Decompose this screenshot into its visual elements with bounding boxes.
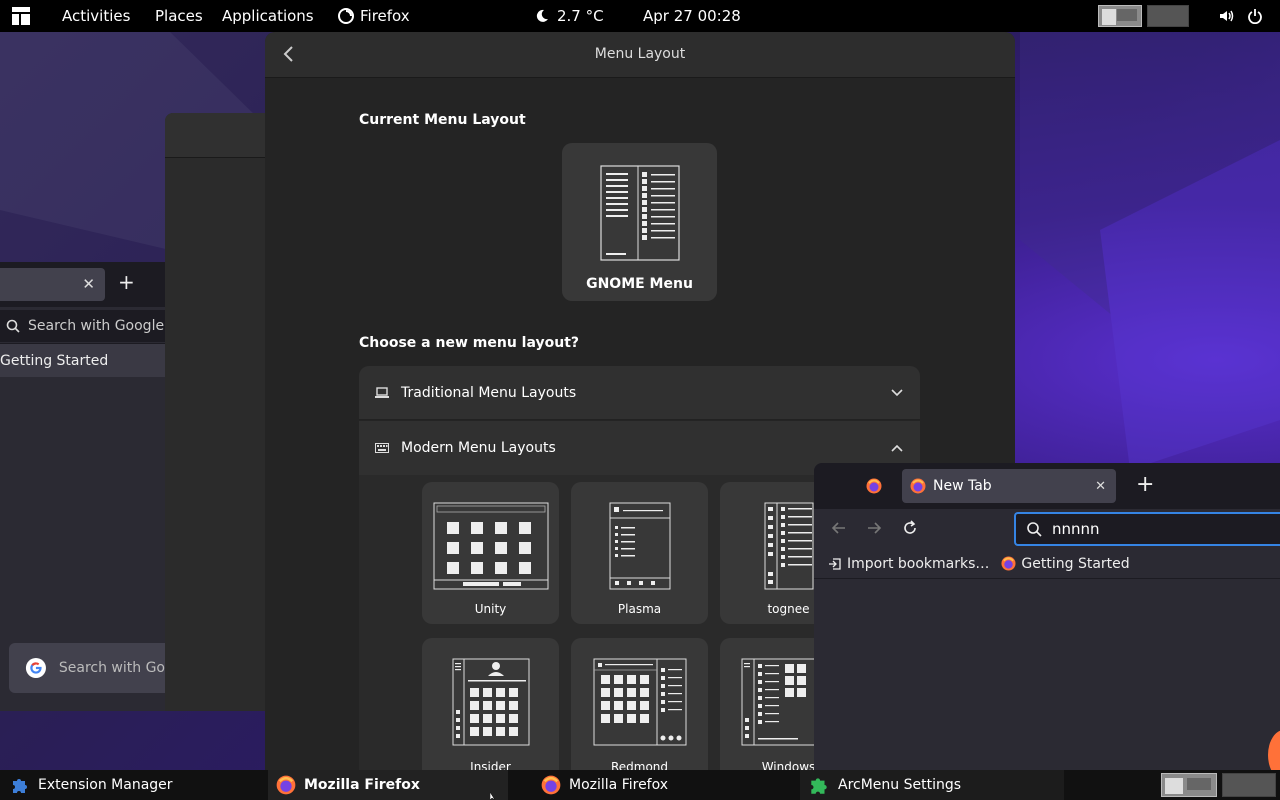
puzzle-icon [811, 778, 827, 794]
places-menu[interactable]: Places [155, 0, 203, 32]
plasma-thumbnail [609, 502, 670, 590]
import-icon [829, 557, 841, 570]
moon-icon [536, 9, 548, 22]
layout-label-tognee: tognee [767, 602, 810, 616]
reload-icon[interactable] [902, 520, 918, 540]
taskbar-firefox-1[interactable]: Mozilla Firefox [268, 770, 508, 800]
power-icon[interactable] [1247, 0, 1263, 32]
active-app-menu[interactable]: Firefox [338, 0, 410, 32]
left-browser-tab[interactable]: ✕ [0, 268, 105, 301]
left-browser-window: ✕ + Search with Google Getting Started S… [0, 262, 165, 711]
bookmarks-toolbar: Import bookmarks… Getting Started [814, 549, 1280, 579]
current-layout-heading: Current Menu Layout [359, 112, 526, 128]
firefox-window: New Tab ✕ + nnnnn Import bookmarks… Gett… [814, 463, 1280, 770]
firefox-content-area [814, 580, 1280, 770]
gnome-menu-thumbnail [599, 165, 680, 261]
arcmenu-icon[interactable] [10, 0, 32, 32]
firefox-icon [338, 8, 354, 24]
left-url-placeholder: Search with Google [28, 318, 165, 334]
close-tab-icon[interactable]: ✕ [1095, 479, 1106, 494]
traditional-layouts-label: Traditional Menu Layouts [401, 384, 577, 401]
window-title: Menu Layout [594, 46, 686, 62]
layout-label-plasma: Plasma [617, 602, 662, 616]
back-arrow-icon[interactable] [831, 520, 847, 540]
getting-started-label: Getting Started [1021, 555, 1130, 572]
insider-thumbnail [452, 658, 529, 746]
firefox-icon [276, 775, 296, 795]
google-search-box[interactable]: Search with Go [9, 643, 165, 693]
layout-label-unity: Unity [474, 602, 507, 616]
taskbar-workspace-2[interactable] [1222, 770, 1276, 800]
left-url-bar[interactable]: Search with Google [0, 310, 165, 342]
volume-icon[interactable] [1218, 0, 1234, 32]
taskbar: Extension Manager Mozilla Firefox Mozill… [0, 770, 1280, 800]
taskbar-label: Mozilla Firefox [304, 777, 420, 793]
search-icon [6, 319, 20, 333]
taskbar-extension-manager[interactable]: Extension Manager [10, 770, 173, 800]
google-icon [25, 657, 46, 679]
layout-label-insider: Insider [470, 760, 511, 770]
activities-button[interactable]: Activities [62, 0, 130, 32]
weather-indicator[interactable]: 2.7 °C [535, 0, 604, 32]
puzzle-icon [13, 779, 27, 793]
url-bar[interactable]: nnnnn [1014, 512, 1280, 546]
chevron-down-icon [891, 388, 903, 396]
layout-card-unity[interactable]: Unity [422, 482, 559, 624]
forward-arrow-icon[interactable] [866, 520, 882, 540]
left-bookmark-label: Getting Started [0, 352, 109, 369]
import-bookmarks-item[interactable]: Import bookmarks… [828, 556, 989, 572]
firefox-view-icon[interactable] [866, 478, 882, 498]
url-input[interactable]: nnnnn [1052, 520, 1100, 538]
firefox-icon [541, 775, 561, 795]
current-layout-label: GNOME Menu [586, 276, 693, 292]
layout-label-redmond: Redmond [610, 760, 669, 770]
import-bookmarks-label: Import bookmarks… [847, 555, 990, 572]
taskbar-arcmenu-settings[interactable]: ArcMenu Settings [800, 770, 1064, 800]
layout-card-plasma[interactable]: Plasma [571, 482, 708, 624]
getting-started-bookmark[interactable]: Getting Started [1001, 555, 1130, 572]
traditional-layouts-row[interactable]: Traditional Menu Layouts [359, 366, 920, 420]
active-app-label: Firefox [360, 7, 410, 25]
taskbar-firefox-2[interactable]: Mozilla Firefox [541, 770, 668, 800]
mouse-cursor [490, 792, 496, 800]
clock[interactable]: Apr 27 00:28 [643, 0, 741, 32]
laptop-icon [375, 386, 389, 398]
workspace-1-thumbnail[interactable] [1098, 0, 1142, 32]
new-tab[interactable]: New Tab ✕ [902, 469, 1116, 503]
left-bookmark-getting-started[interactable]: Getting Started [0, 344, 165, 377]
header-bar: Menu Layout [265, 32, 1015, 78]
taskbar-workspace-1[interactable] [1161, 770, 1217, 800]
keyboard-icon [375, 443, 389, 453]
layout-card-insider[interactable]: Insider [422, 638, 559, 770]
firefox-icon [1001, 556, 1016, 571]
tab-title: New Tab [933, 478, 992, 494]
current-layout-card[interactable]: GNOME Menu [562, 143, 717, 301]
choose-layout-heading: Choose a new menu layout? [359, 335, 580, 351]
weather-label: 2.7 °C [557, 7, 604, 25]
firefox-logo-partial [1268, 730, 1280, 770]
top-bar: Activities Places Applications Firefox 2… [0, 0, 1280, 32]
new-tab-button[interactable]: + [1136, 472, 1154, 497]
modern-layouts-label: Modern Menu Layouts [401, 440, 556, 456]
applications-menu[interactable]: Applications [222, 0, 314, 32]
google-search-placeholder: Search with Go [58, 660, 165, 676]
layout-card-redmond[interactable]: Redmond [571, 638, 708, 770]
new-tab-icon[interactable]: + [118, 270, 135, 294]
unity-thumbnail [433, 502, 548, 590]
workspace-2-thumbnail[interactable] [1147, 0, 1189, 32]
chevron-up-icon [891, 444, 903, 452]
taskbar-label: Extension Manager [38, 777, 173, 793]
taskbar-label: ArcMenu Settings [838, 777, 962, 793]
layout-label-windows: Windows [761, 760, 816, 770]
firefox-icon [910, 478, 926, 494]
tognee-thumbnail [764, 502, 813, 590]
redmond-thumbnail [593, 658, 686, 746]
firefox-tabbar: New Tab ✕ + [814, 463, 1280, 509]
firefox-navbar: nnnnn [814, 509, 1280, 549]
close-tab-icon[interactable]: ✕ [82, 275, 95, 293]
background-window [165, 113, 275, 711]
search-icon [1027, 522, 1042, 537]
taskbar-label: Mozilla Firefox [569, 777, 669, 793]
